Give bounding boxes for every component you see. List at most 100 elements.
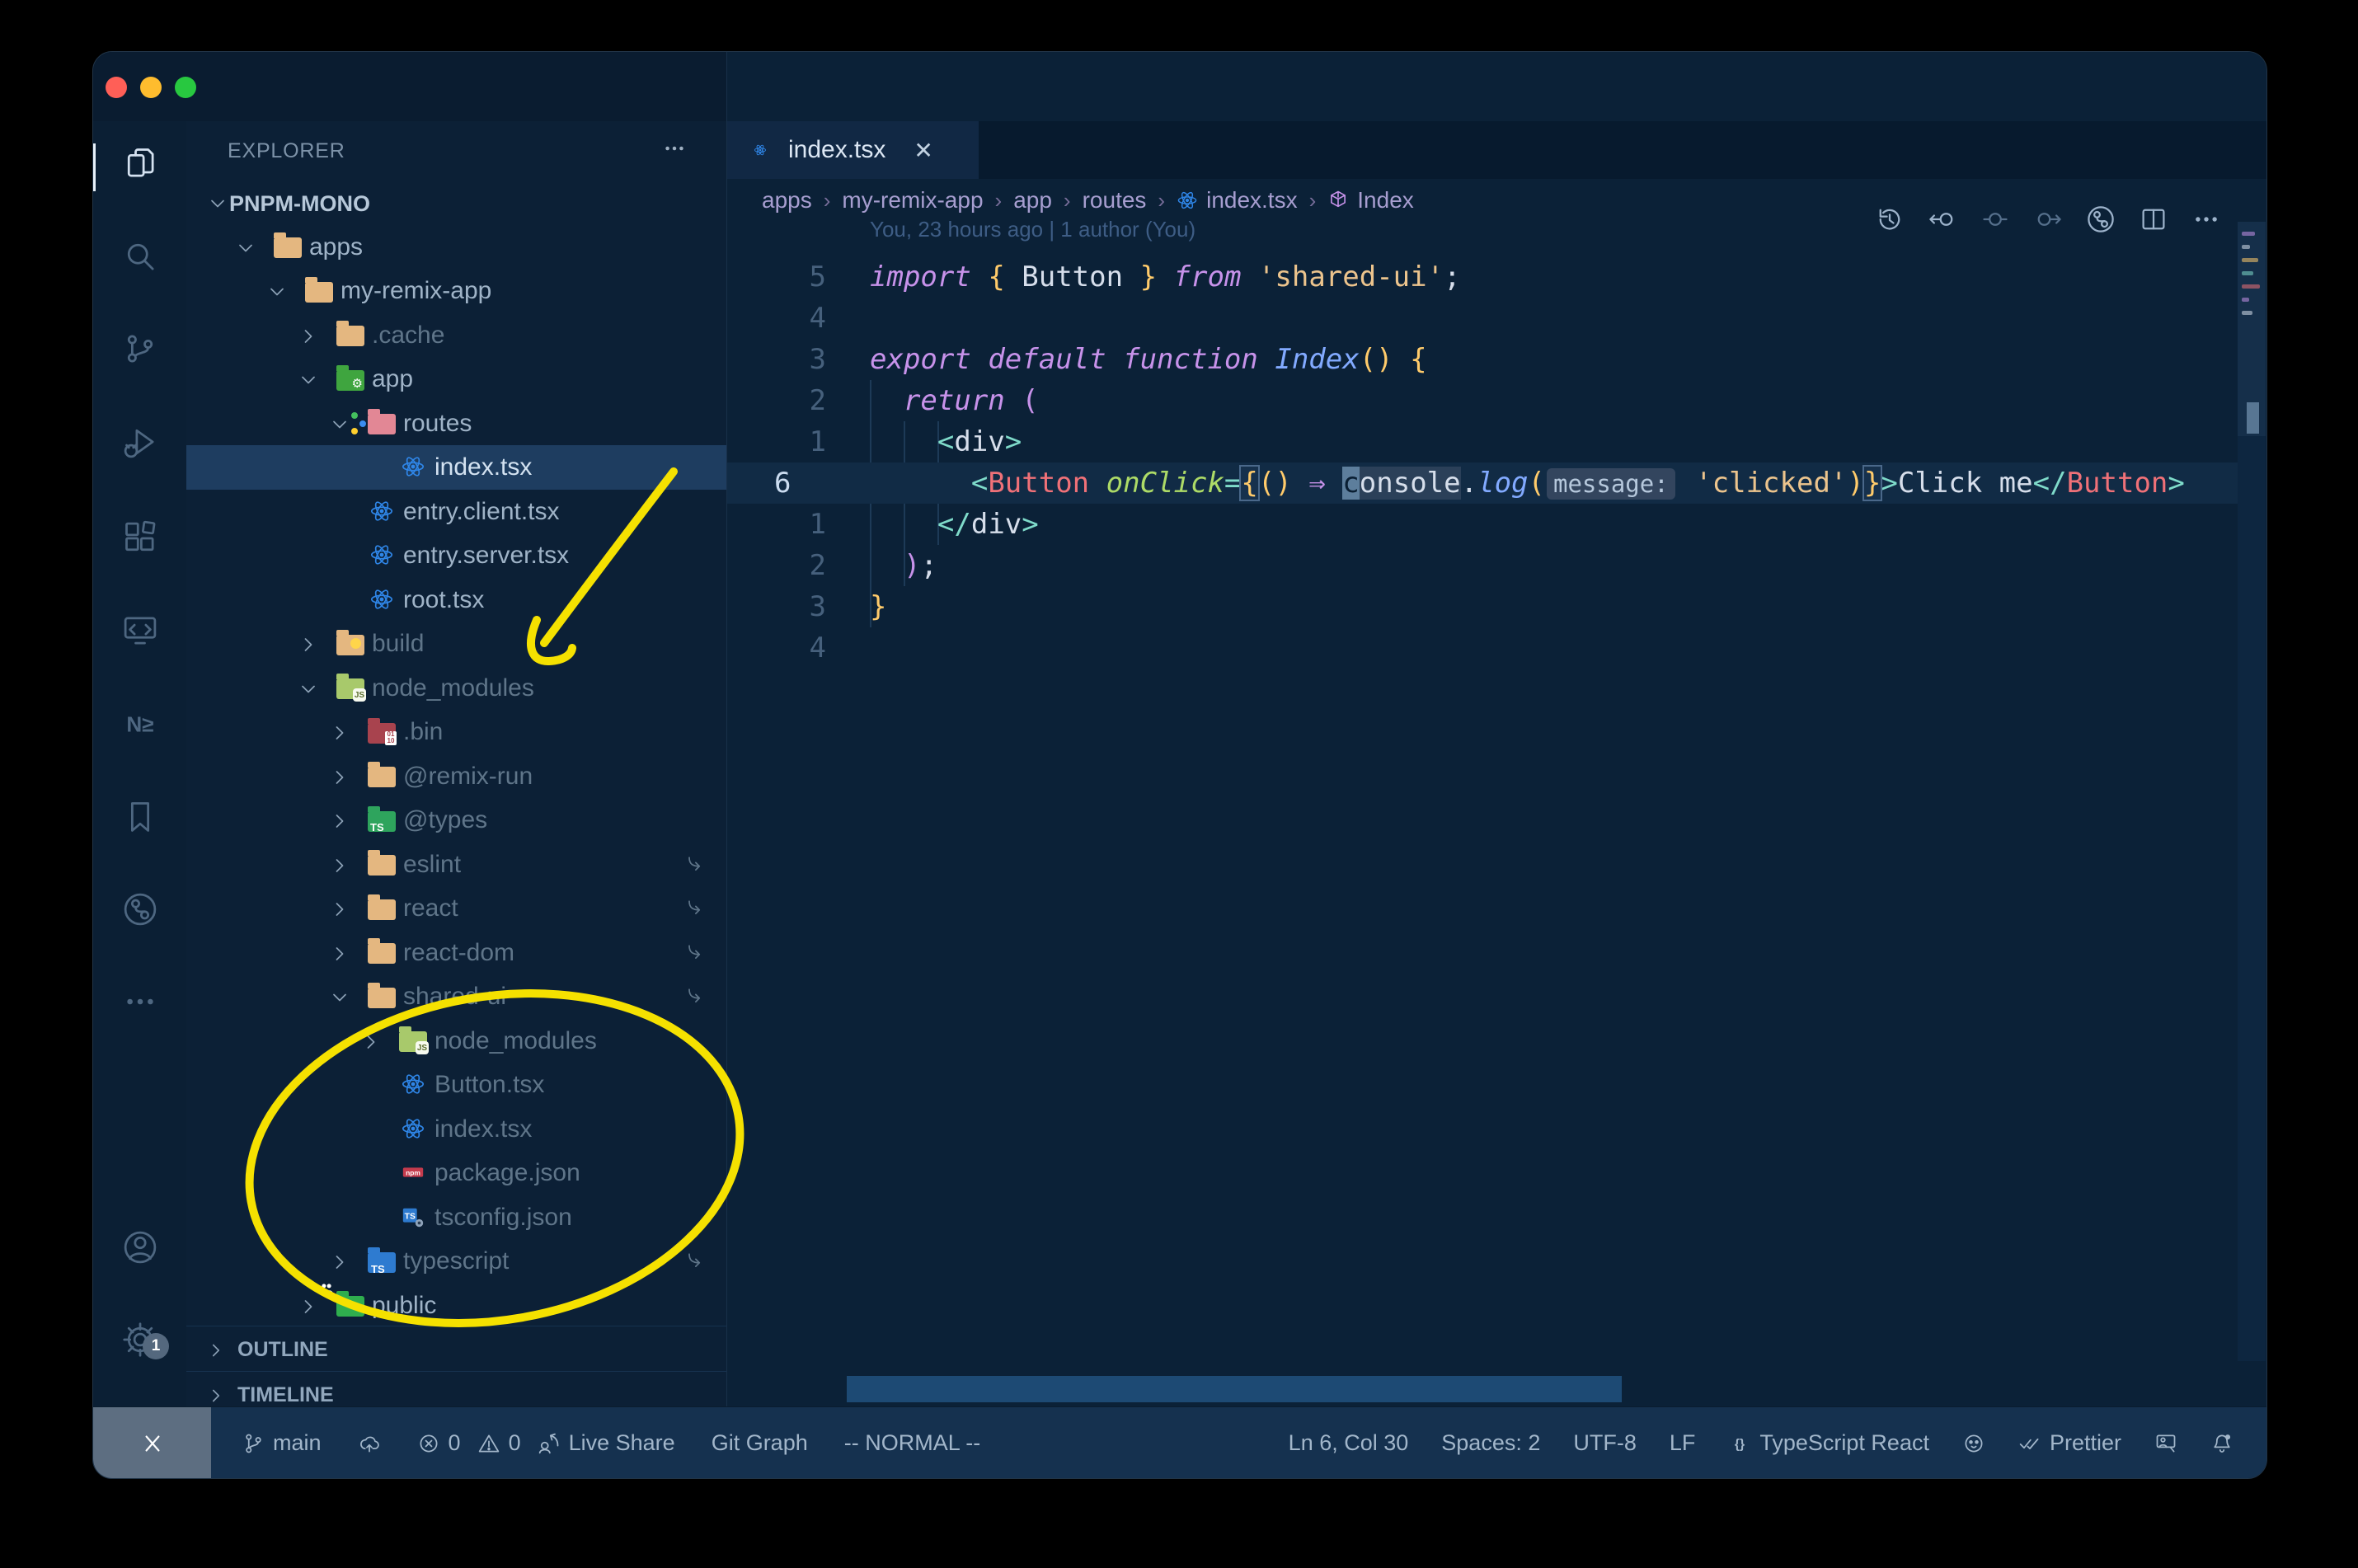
status-item-main[interactable]: main bbox=[242, 1430, 322, 1456]
activity-item-account[interactable] bbox=[93, 1218, 186, 1277]
status-item-typescript-react[interactable]: {} TypeScript React bbox=[1728, 1430, 1929, 1456]
tree-item-routes[interactable]: routes bbox=[186, 401, 726, 446]
status-item-octoface[interactable] bbox=[1962, 1432, 1985, 1455]
status-item-bell-dot[interactable] bbox=[2210, 1432, 2234, 1455]
tree-item-react-dom[interactable]: react-dom bbox=[186, 931, 726, 975]
activity-item-more[interactable] bbox=[93, 972, 186, 1031]
line-number[interactable]: 2 bbox=[727, 380, 826, 421]
tree-item-build[interactable]: build bbox=[186, 622, 726, 666]
line-number[interactable]: 1 bbox=[727, 504, 826, 545]
line-number[interactable]: 5 bbox=[727, 256, 826, 298]
tree-item-package.json[interactable]: npm package.json bbox=[186, 1151, 726, 1195]
nav-forward-icon[interactable] bbox=[2033, 204, 2063, 234]
status-item-cloud-upload[interactable] bbox=[358, 1432, 381, 1455]
breadcrumb-item-apps[interactable]: apps bbox=[762, 187, 812, 214]
more-icon[interactable] bbox=[2191, 204, 2221, 234]
line-number[interactable]: 6 bbox=[774, 462, 791, 504]
status-item-live-share[interactable]: Live Share bbox=[538, 1430, 675, 1456]
line-number[interactable]: 1 bbox=[727, 421, 826, 462]
status-item-normal[interactable]: -- NORMAL -- bbox=[844, 1430, 980, 1456]
breadcrumb-item-index.tsx[interactable]: index.tsx bbox=[1177, 187, 1298, 214]
tree-item-.bin[interactable]: 01 10 .bin bbox=[186, 710, 726, 754]
tree-item-entry.client.tsx[interactable]: entry.client.tsx bbox=[186, 490, 726, 534]
breadcrumb-item-Index[interactable]: Index bbox=[1327, 187, 1414, 214]
tree-item-index.tsx[interactable]: index.tsx bbox=[186, 445, 726, 490]
tree-item-my-remix-app[interactable]: my-remix-app bbox=[186, 269, 726, 313]
tree-item-@remix-run[interactable]: @remix-run bbox=[186, 754, 726, 799]
settings-badge: 1 bbox=[143, 1333, 169, 1359]
breadcrumb-separator: › bbox=[823, 187, 831, 213]
status-item-lf[interactable]: LF bbox=[1670, 1430, 1696, 1456]
minimap[interactable] bbox=[2238, 222, 2266, 1361]
tree-item-typescript[interactable]: TS typescript bbox=[186, 1239, 726, 1284]
gitlens-annotation[interactable]: You, 23 hours ago | 1 author (You) bbox=[870, 217, 1195, 242]
activity-item-run-debug[interactable] bbox=[93, 412, 186, 472]
breadcrumb-item-routes[interactable]: routes bbox=[1083, 187, 1147, 214]
vscode-window: index.tsx — pnpm-mono N≥1 EXPLORER PNPM-… bbox=[92, 51, 2267, 1479]
code-token: log bbox=[1477, 467, 1529, 500]
activity-item-nx-console[interactable]: N≥ bbox=[93, 694, 186, 753]
status-item-ln-6-col-30[interactable]: Ln 6, Col 30 bbox=[1289, 1430, 1409, 1456]
tab-index-tsx[interactable]: index.tsx ✕ bbox=[727, 121, 979, 179]
tree-item-node_modules[interactable]: JS node_modules bbox=[186, 666, 726, 711]
tree-item-app[interactable]: ⚙ app bbox=[186, 357, 726, 401]
line-number[interactable]: 4 bbox=[727, 627, 826, 669]
status-item-git-graph[interactable]: Git Graph bbox=[712, 1430, 808, 1456]
tree-item-root.tsx[interactable]: root.tsx bbox=[186, 578, 726, 622]
remote-indicator-button[interactable] bbox=[93, 1407, 211, 1478]
status-item-prettier[interactable]: Prettier bbox=[2018, 1430, 2121, 1456]
tree-item-entry.server.tsx[interactable]: entry.server.tsx bbox=[186, 533, 726, 578]
activity-item-explorer[interactable] bbox=[93, 134, 186, 193]
sidebar-title: EXPLORER bbox=[228, 139, 345, 162]
tree-item-node_modules[interactable]: JS node_modules bbox=[186, 1019, 726, 1063]
breadcrumb-item-app[interactable]: app bbox=[1013, 187, 1052, 214]
line-number[interactable]: 3 bbox=[727, 339, 826, 380]
tree-item-Button.tsx[interactable]: Button.tsx bbox=[186, 1063, 726, 1107]
tree-item-public[interactable]: public bbox=[186, 1284, 726, 1328]
tree-item-label: eslint bbox=[403, 850, 462, 878]
activity-item-search[interactable] bbox=[93, 227, 186, 286]
status-item-0[interactable]: 0 bbox=[417, 1430, 461, 1456]
status-item-spaces-2[interactable]: Spaces: 2 bbox=[1441, 1430, 1540, 1456]
sidebar-more-actions-icon[interactable] bbox=[662, 136, 687, 161]
editor-group[interactable]: index.tsx ✕ apps › my-remix-app › app › routes… bbox=[726, 52, 2266, 1406]
status-item-utf-8[interactable]: UTF-8 bbox=[1573, 1430, 1637, 1456]
account-icon bbox=[122, 1229, 158, 1265]
nav-back-icon[interactable] bbox=[1928, 204, 1957, 234]
activity-item-settings[interactable]: 1 bbox=[93, 1310, 186, 1369]
tree-item-@types[interactable]: TS @types bbox=[186, 798, 726, 843]
activity-item-extensions[interactable] bbox=[93, 509, 186, 568]
activity-item-source-control[interactable] bbox=[93, 319, 186, 378]
line-number[interactable]: 3 bbox=[727, 586, 826, 627]
nav-circle-icon[interactable] bbox=[1980, 204, 2010, 234]
code-token: import bbox=[870, 261, 971, 293]
tab-close-icon[interactable]: ✕ bbox=[914, 137, 932, 164]
status-item-feedback[interactable] bbox=[2154, 1432, 2177, 1455]
tree-item-PNPM-MONO[interactable]: PNPM-MONO bbox=[186, 181, 726, 225]
line-number[interactable]: 4 bbox=[727, 298, 826, 339]
tree-item-shared-ui[interactable]: shared-ui bbox=[186, 974, 726, 1019]
line-number[interactable]: 2 bbox=[727, 545, 826, 586]
status-label: TypeScript React bbox=[1759, 1430, 1929, 1455]
tree-item-.cache[interactable]: .cache bbox=[186, 313, 726, 358]
activity-item-remote-explorer[interactable] bbox=[93, 601, 186, 660]
tree-icon-holder: TS bbox=[367, 1246, 397, 1275]
activity-item-git-graph[interactable] bbox=[93, 880, 186, 939]
history-icon[interactable] bbox=[1875, 204, 1905, 234]
horizontal-scrollbar[interactable] bbox=[847, 1376, 1622, 1402]
tree-item-eslint[interactable]: eslint bbox=[186, 843, 726, 887]
tree-item-index.tsx[interactable]: index.tsx bbox=[186, 1107, 726, 1152]
folder-routes-icon bbox=[350, 409, 396, 436]
status-label: Ln 6, Col 30 bbox=[1288, 1430, 1409, 1455]
tree-item-tsconfig.json[interactable]: TS tsconfig.json bbox=[186, 1195, 726, 1240]
activity-item-bookmarks[interactable] bbox=[93, 787, 186, 847]
breadcrumb-item-my-remix-app[interactable]: my-remix-app bbox=[842, 187, 983, 214]
feedback-icon bbox=[2154, 1432, 2177, 1455]
split-editor-icon[interactable] bbox=[2139, 204, 2168, 234]
status-item-0[interactable]: 0 bbox=[477, 1430, 521, 1456]
tree-item-apps[interactable]: apps bbox=[186, 225, 726, 270]
git-graph-icon[interactable] bbox=[2086, 204, 2116, 234]
sidebar-section-outline[interactable]: OUTLINE bbox=[186, 1326, 726, 1371]
code-line: 4 bbox=[727, 627, 2266, 669]
tree-item-react[interactable]: react bbox=[186, 886, 726, 931]
